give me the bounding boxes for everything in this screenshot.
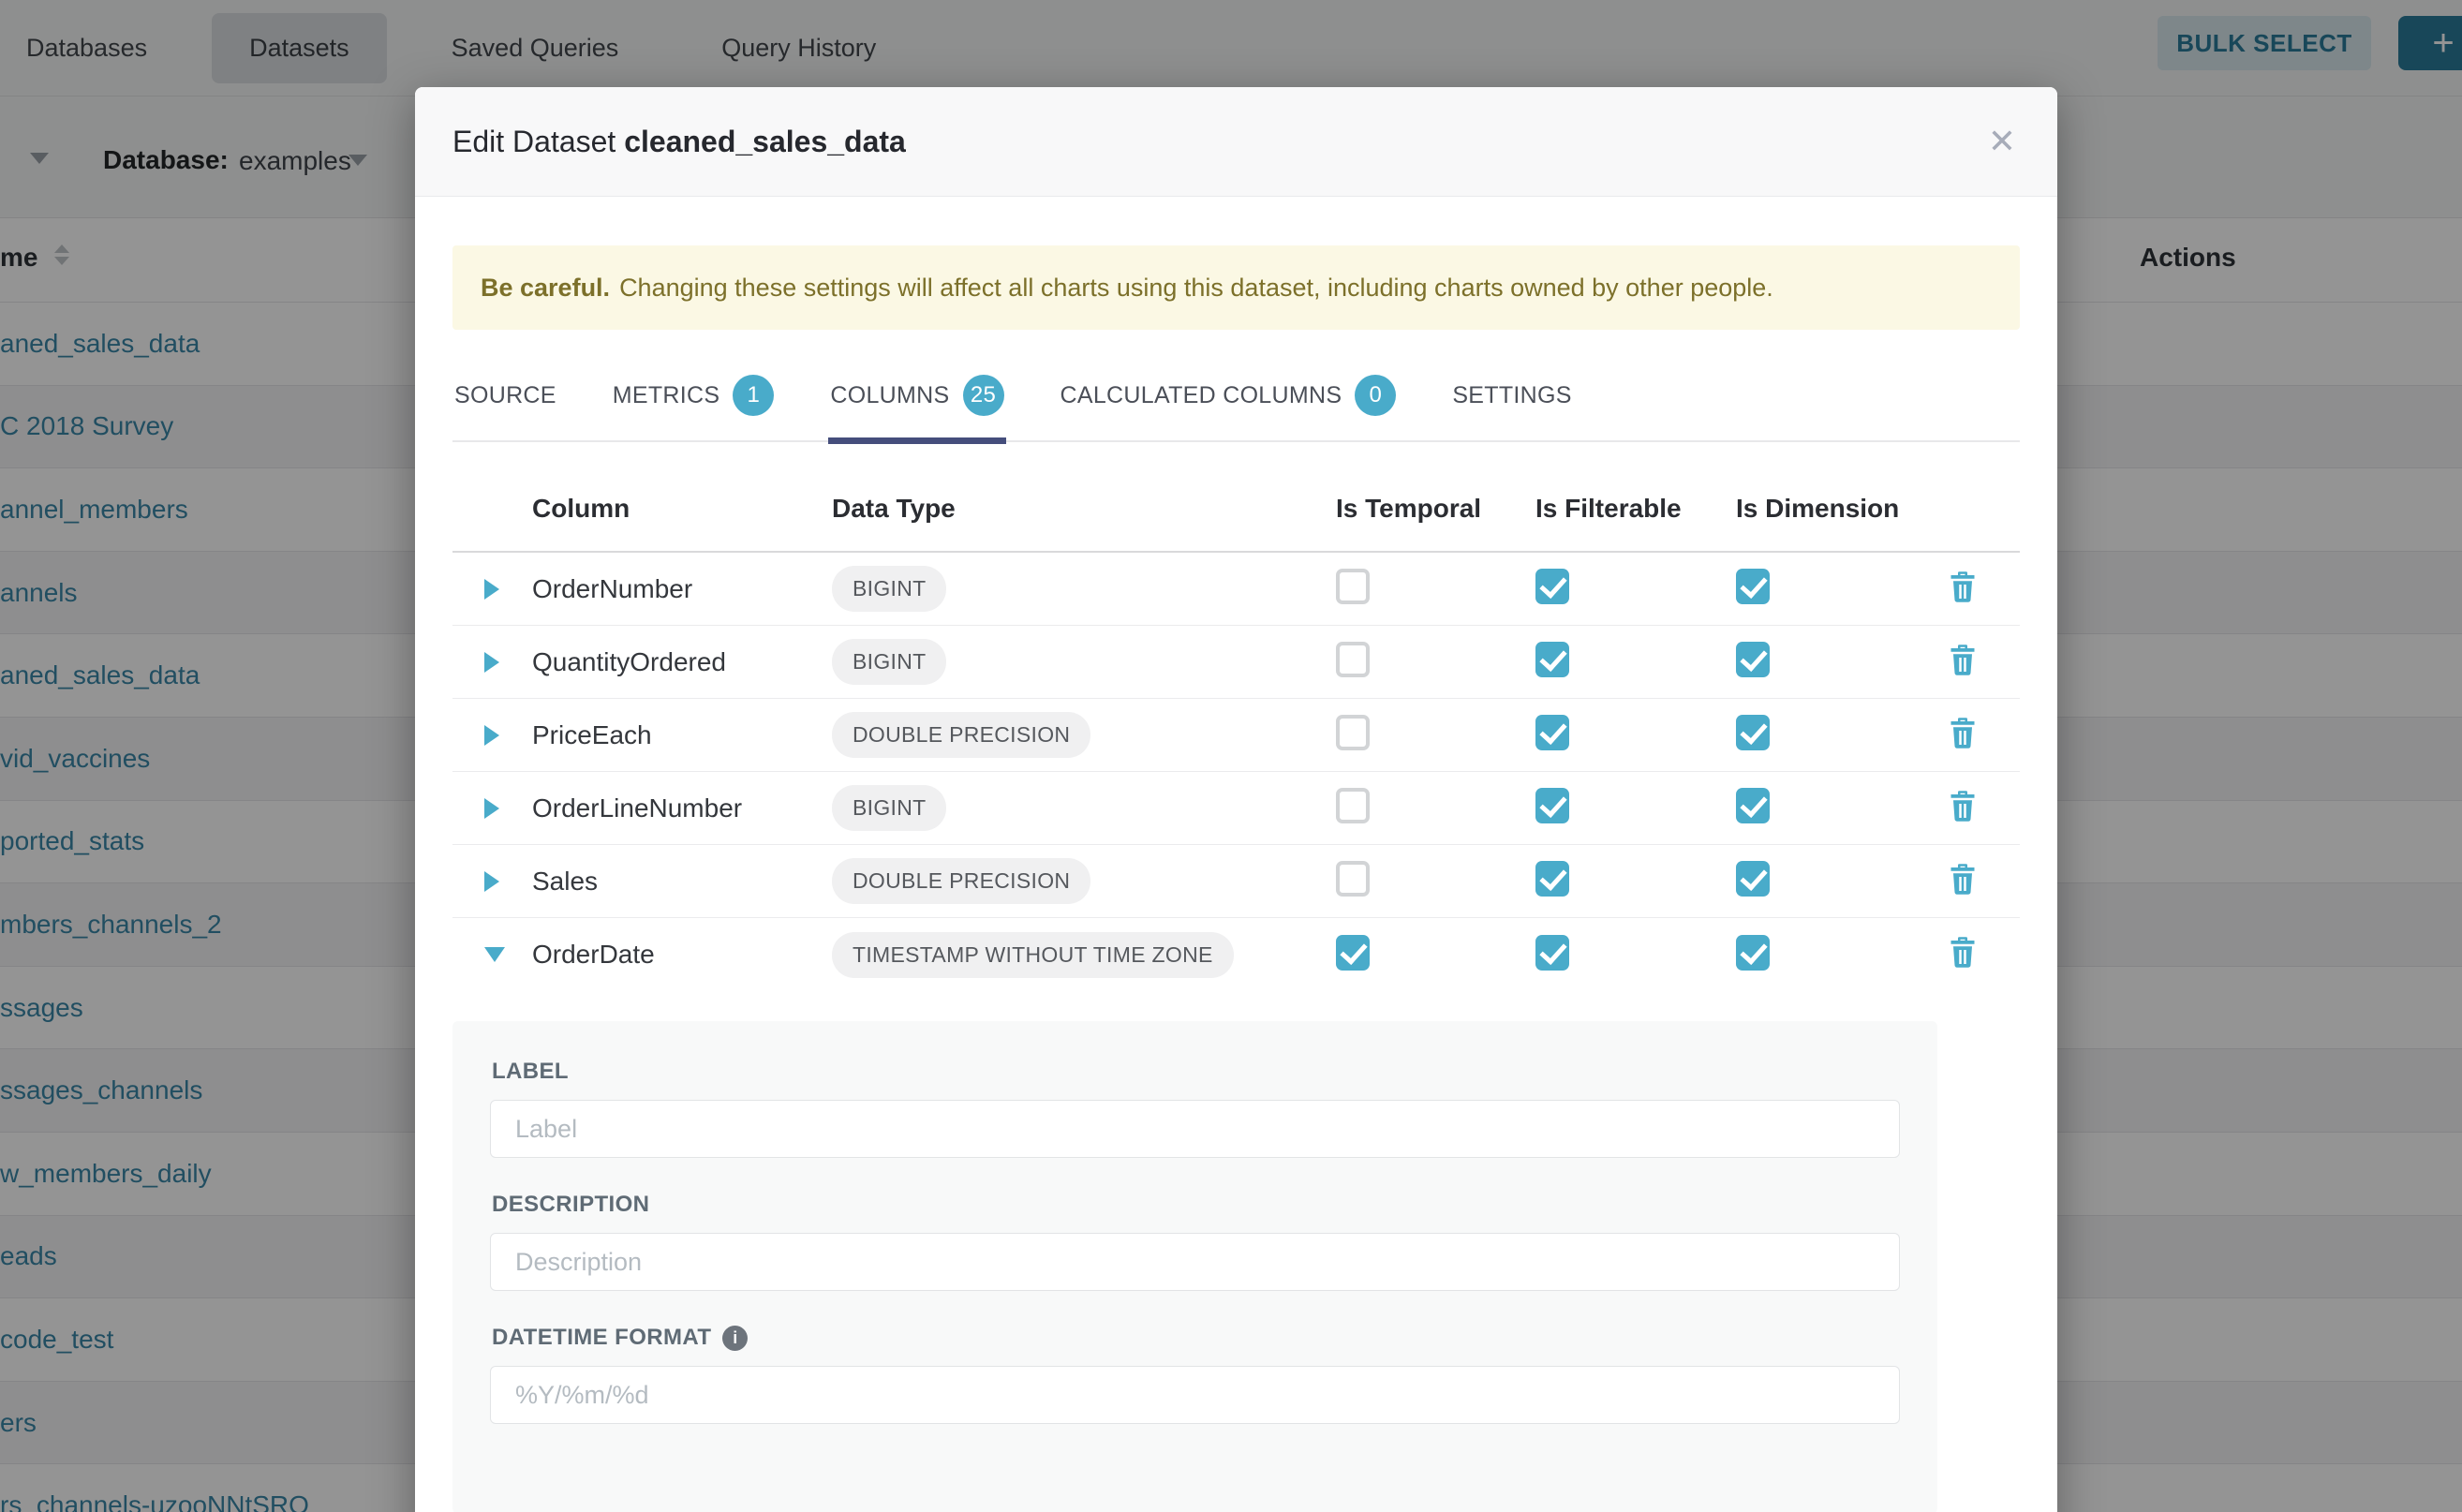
is-temporal-checkbox[interactable]	[1336, 861, 1370, 897]
columns-rows: OrderNumber BIGINT QuantityOrdered BIGIN…	[452, 553, 2020, 991]
is-filterable-header: Is Filterable	[1535, 494, 1736, 524]
is-temporal-checkbox[interactable]	[1336, 788, 1370, 823]
warning-bold-text: Be careful.	[481, 274, 610, 303]
tab-label: SOURCE	[454, 382, 556, 409]
data-type-header: Data Type	[832, 494, 1336, 524]
tab-count-badge: 0	[1355, 375, 1396, 416]
tab-label: SETTINGS	[1452, 382, 1571, 409]
tab-columns[interactable]: COLUMNS 25	[828, 362, 1005, 440]
is-dimension-checkbox[interactable]	[1736, 569, 1770, 604]
expand-caret-icon[interactable]	[484, 871, 499, 892]
info-icon[interactable]: i	[722, 1326, 748, 1351]
is-filterable-checkbox[interactable]	[1535, 642, 1569, 677]
expand-caret-icon[interactable]	[484, 947, 505, 962]
tab-settings[interactable]: SETTINGS	[1450, 362, 1573, 440]
is-filterable-checkbox[interactable]	[1535, 715, 1569, 750]
is-temporal-header: Is Temporal	[1336, 494, 1535, 524]
is-dimension-checkbox[interactable]	[1736, 788, 1770, 823]
column-name: QuantityOrdered	[532, 647, 832, 677]
column-name: PriceEach	[532, 720, 832, 750]
datetime-format-field-group: DATETIME FORMAT i	[490, 1325, 1900, 1424]
trash-icon[interactable]	[1949, 863, 1977, 896]
data-type-pill: BIGINT	[832, 639, 946, 685]
trash-icon[interactable]	[1949, 790, 1977, 823]
modal-title: Edit Dataset cleaned_sales_data	[452, 125, 906, 159]
datetime-format-field-label: DATETIME FORMAT i	[492, 1325, 1900, 1351]
column-name: OrderNumber	[532, 574, 832, 604]
column-header: Column	[532, 494, 832, 524]
data-type-pill: TIMESTAMP WITHOUT TIME ZONE	[832, 932, 1234, 978]
label-input[interactable]	[490, 1100, 1900, 1158]
trash-icon[interactable]	[1949, 936, 1977, 969]
is-dimension-checkbox[interactable]	[1736, 861, 1770, 897]
expand-caret-icon[interactable]	[484, 579, 499, 600]
tab-label: COLUMNS	[830, 382, 949, 409]
is-temporal-checkbox[interactable]	[1336, 642, 1370, 677]
is-dimension-checkbox[interactable]	[1736, 935, 1770, 971]
data-type-pill: BIGINT	[832, 785, 946, 831]
label-field-label: LABEL	[492, 1059, 1900, 1085]
tab-calculated-columns[interactable]: CALCULATED COLUMNS 0	[1059, 362, 1399, 440]
column-row: QuantityOrdered BIGINT	[452, 626, 2020, 699]
is-dimension-header: Is Dimension	[1736, 494, 1949, 524]
close-icon[interactable]: ✕	[1988, 125, 2016, 158]
modal-tabs: SOURCE METRICS 1 COLUMNS 25 CALCULATED C…	[452, 362, 2020, 442]
label-field-group: LABEL	[490, 1059, 1900, 1158]
column-row: Sales DOUBLE PRECISION	[452, 845, 2020, 918]
column-name: Sales	[532, 867, 832, 897]
warning-banner: Be careful. Changing these settings will…	[452, 245, 2020, 330]
is-temporal-checkbox[interactable]	[1336, 569, 1370, 604]
columns-table-header: Column Data Type Is Temporal Is Filterab…	[452, 467, 2020, 553]
tab-label: CALCULATED COLUMNS	[1060, 382, 1342, 409]
tab-count-badge: 25	[963, 375, 1004, 416]
is-filterable-checkbox[interactable]	[1535, 861, 1569, 897]
data-type-pill: BIGINT	[832, 566, 946, 612]
is-filterable-checkbox[interactable]	[1535, 935, 1569, 971]
edit-dataset-modal: Edit Dataset cleaned_sales_data ✕ Be car…	[415, 87, 2057, 1512]
column-row: OrderLineNumber BIGINT	[452, 772, 2020, 845]
modal-title-dataset-name: cleaned_sales_data	[624, 125, 906, 158]
column-name: OrderDate	[532, 940, 832, 970]
expand-caret-icon[interactable]	[484, 652, 499, 673]
data-type-pill: DOUBLE PRECISION	[832, 712, 1090, 758]
column-row: OrderDate TIMESTAMP WITHOUT TIME ZONE	[452, 918, 2020, 991]
trash-icon[interactable]	[1949, 571, 1977, 603]
tab-source[interactable]: SOURCE	[452, 362, 558, 440]
trash-icon[interactable]	[1949, 644, 1977, 676]
modal-header: Edit Dataset cleaned_sales_data ✕	[415, 87, 2057, 197]
is-dimension-checkbox[interactable]	[1736, 642, 1770, 677]
datetime-format-input[interactable]	[490, 1366, 1900, 1424]
is-filterable-checkbox[interactable]	[1535, 788, 1569, 823]
column-editor-panel: LABEL DESCRIPTION DATETIME FORMAT i	[452, 1021, 1937, 1512]
app: DatabasesDatasetsSaved QueriesQuery Hist…	[0, 0, 2462, 1512]
is-filterable-checkbox[interactable]	[1535, 569, 1569, 604]
tab-metrics[interactable]: METRICS 1	[611, 362, 777, 440]
description-field-label: DESCRIPTION	[492, 1192, 1900, 1218]
description-input[interactable]	[490, 1233, 1900, 1291]
column-row: PriceEach DOUBLE PRECISION	[452, 699, 2020, 772]
column-name: OrderLineNumber	[532, 793, 832, 823]
tab-label: METRICS	[613, 382, 720, 409]
column-row: OrderNumber BIGINT	[452, 553, 2020, 626]
warning-text: Changing these settings will affect all …	[619, 274, 1773, 303]
is-dimension-checkbox[interactable]	[1736, 715, 1770, 750]
is-temporal-checkbox[interactable]	[1336, 715, 1370, 750]
trash-icon[interactable]	[1949, 717, 1977, 749]
tab-count-badge: 1	[733, 375, 774, 416]
modal-title-prefix: Edit Dataset	[452, 125, 616, 158]
is-temporal-checkbox[interactable]	[1336, 935, 1370, 971]
columns-table: Column Data Type Is Temporal Is Filterab…	[452, 467, 2020, 991]
description-field-group: DESCRIPTION	[490, 1192, 1900, 1291]
data-type-pill: DOUBLE PRECISION	[832, 858, 1090, 904]
expand-caret-icon[interactable]	[484, 725, 499, 746]
expand-caret-icon[interactable]	[484, 798, 499, 819]
